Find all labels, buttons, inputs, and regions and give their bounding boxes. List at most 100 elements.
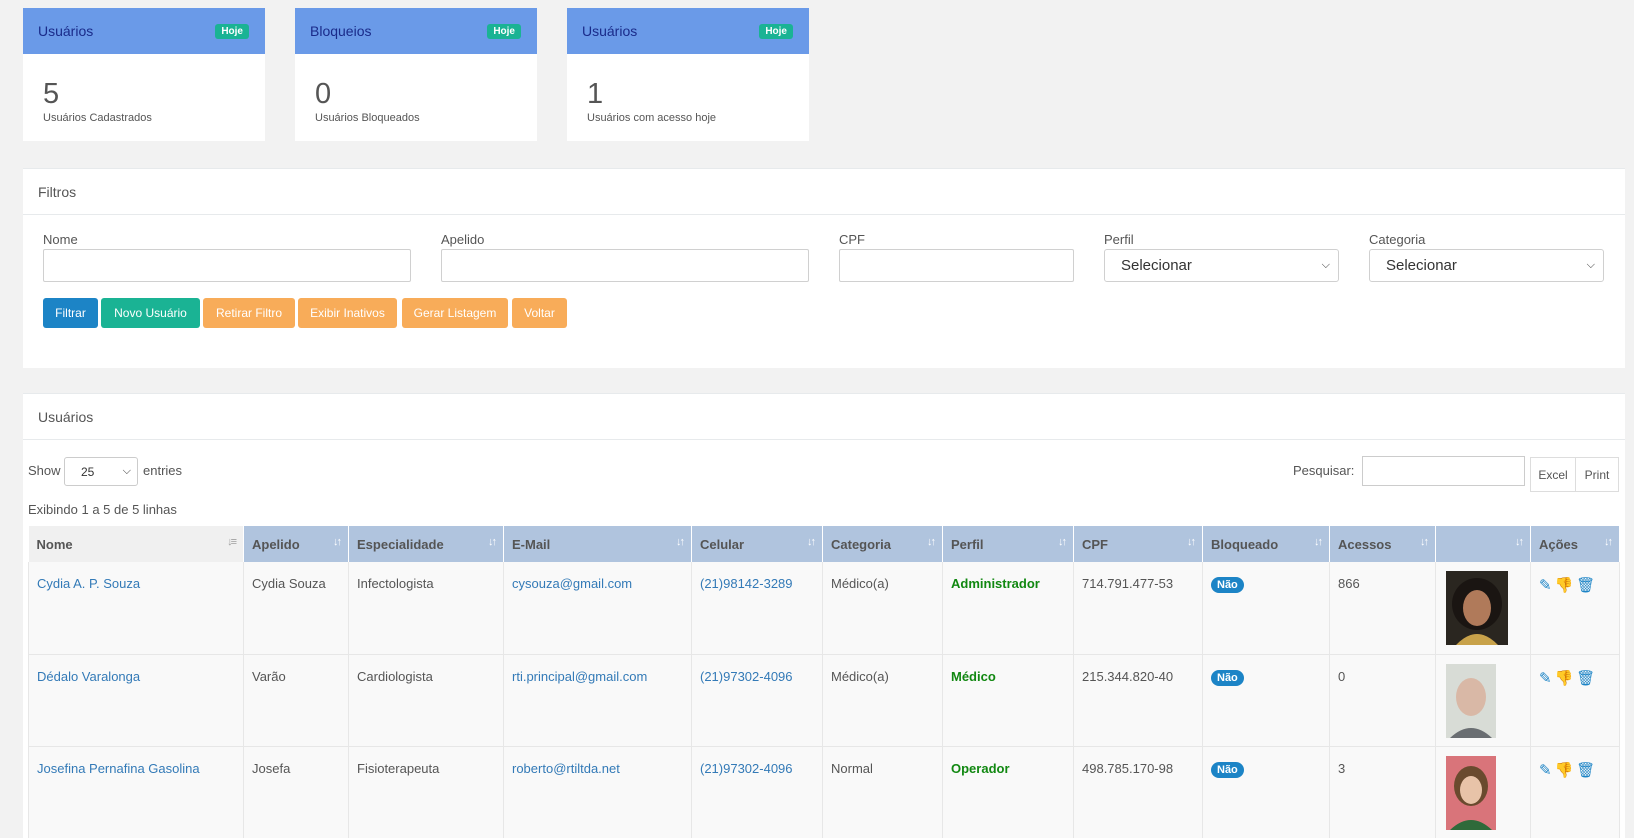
col-celular[interactable]: Celular ↓↑: [691, 526, 823, 562]
cpf-label: CPF: [839, 232, 865, 247]
email-link[interactable]: rti.principal@gmail.com: [512, 669, 647, 684]
col-cpf[interactable]: CPF ↓↑: [1073, 526, 1203, 562]
cell-email[interactable]: cysouza@gmail.com: [503, 562, 692, 655]
card-subtitle: Usuários Bloqueados: [315, 112, 420, 124]
cell-email[interactable]: roberto@rtiltda.net: [503, 746, 692, 838]
cell-acessos: 3: [1329, 746, 1436, 838]
search-input[interactable]: [1362, 456, 1525, 486]
cell-apelido: Varão: [243, 654, 349, 747]
cpf-input[interactable]: [839, 249, 1074, 282]
summary-card-usuarios: Usuários Hoje 5 Usuários Cadastrados: [23, 8, 265, 141]
exibir-inativos-button[interactable]: Exibir Inativos: [298, 298, 397, 328]
phone-link[interactable]: (21)97302-4096: [700, 761, 793, 776]
apelido-input[interactable]: [441, 249, 809, 282]
print-button[interactable]: Print: [1575, 457, 1619, 492]
col-perfil[interactable]: Perfil ↓↑: [942, 526, 1074, 562]
col-foto[interactable]: ↓↑: [1435, 526, 1531, 562]
edit-icon[interactable]: ✎: [1539, 669, 1552, 687]
card-header: Usuários Hoje: [567, 8, 809, 54]
cell-celular[interactable]: (21)97302-4096: [691, 654, 823, 747]
page-length-value: 25: [81, 464, 95, 479]
perfil-value: Operador: [951, 760, 1010, 776]
categoria-select[interactable]: Selecionar ⌵: [1369, 249, 1604, 282]
trash-icon[interactable]: 🗑: [1576, 669, 1595, 687]
perfil-select[interactable]: Selecionar ⌵: [1104, 249, 1339, 282]
edit-icon[interactable]: ✎: [1539, 761, 1552, 779]
cell-acessos: 866: [1329, 562, 1436, 655]
edit-icon[interactable]: ✎: [1539, 576, 1552, 594]
novo-usuario-button[interactable]: Novo Usuário: [101, 298, 200, 328]
email-link[interactable]: cysouza@gmail.com: [512, 576, 632, 591]
nome-input[interactable]: [43, 249, 411, 282]
col-categoria[interactable]: Categoria ↓↑: [822, 526, 943, 562]
perfil-label: Perfil: [1104, 232, 1134, 247]
nome-label: Nome: [43, 232, 78, 247]
voltar-button[interactable]: Voltar: [512, 298, 567, 328]
cell-nome[interactable]: Cydia A. P. Souza: [28, 562, 244, 655]
user-photo: [1446, 571, 1508, 645]
cell-categoria: Médico(a): [822, 562, 943, 655]
cell-nome[interactable]: Dédalo Varalonga: [28, 654, 244, 747]
cell-especialidade: Fisioterapeuta: [348, 746, 504, 838]
bloqueado-badge: Não: [1211, 761, 1244, 778]
chevron-down-icon: ⌵: [122, 465, 131, 477]
cell-perfil: Médico: [942, 654, 1074, 747]
cell-acessos: 0: [1329, 654, 1436, 747]
cell-foto: [1435, 746, 1531, 838]
cell-bloqueado: Não: [1202, 562, 1330, 655]
thumbs-down-icon[interactable]: 👎: [1555, 576, 1574, 594]
thumbs-down-icon[interactable]: 👎: [1555, 669, 1574, 687]
cell-nome[interactable]: Josefina Pernafina Gasolina: [28, 746, 244, 838]
excel-button[interactable]: Excel: [1530, 457, 1576, 492]
cell-perfil: Operador: [942, 746, 1074, 838]
cell-categoria: Médico(a): [822, 654, 943, 747]
cell-especialidade: Cardiologista: [348, 654, 504, 747]
cell-email[interactable]: rti.principal@gmail.com: [503, 654, 692, 747]
sort-icon: ↓↑: [927, 536, 936, 548]
entries-label: entries: [143, 463, 183, 478]
email-link[interactable]: roberto@rtiltda.net: [512, 761, 620, 776]
apelido-label: Apelido: [441, 232, 485, 247]
card-value: 1: [587, 78, 604, 110]
sort-icon: ↓↑: [1058, 536, 1067, 548]
user-name-link[interactable]: Josefina Pernafina Gasolina: [37, 761, 200, 776]
user-photo: [1446, 755, 1496, 830]
filtrar-button[interactable]: Filtrar: [43, 298, 98, 328]
cell-celular[interactable]: (21)98142-3289: [691, 562, 823, 655]
retirar-filtro-button[interactable]: Retirar Filtro: [203, 298, 295, 328]
perfil-value: Médico: [951, 668, 996, 684]
users-panel-title: Usuários: [23, 394, 1625, 440]
gerar-listagem-button[interactable]: Gerar Listagem: [402, 298, 508, 328]
cell-celular[interactable]: (21)97302-4096: [691, 746, 823, 838]
bloqueado-badge: Não: [1211, 669, 1244, 686]
cell-especialidade: Infectologista: [348, 562, 504, 655]
col-acoes[interactable]: Ações ↓↑: [1530, 526, 1620, 562]
user-name-link[interactable]: Dédalo Varalonga: [37, 669, 140, 684]
cell-cpf: 498.785.170-98: [1073, 746, 1203, 838]
categoria-select-value: Selecionar: [1386, 257, 1457, 274]
phone-link[interactable]: (21)97302-4096: [700, 669, 793, 684]
perfil-select-value: Selecionar: [1121, 257, 1192, 274]
col-nome[interactable]: Nome ↓≡: [28, 526, 244, 562]
user-name-link[interactable]: Cydia A. P. Souza: [37, 576, 140, 591]
col-acessos[interactable]: Acessos ↓↑: [1329, 526, 1436, 562]
card-value: 0: [315, 78, 332, 110]
sort-icon: ↓↑: [807, 536, 816, 548]
sort-icon: ↓↑: [1604, 536, 1613, 548]
cell-apelido: Josefa: [243, 746, 349, 838]
phone-link[interactable]: (21)98142-3289: [700, 576, 793, 591]
col-bloqueado[interactable]: Bloqueado ↓↑: [1202, 526, 1330, 562]
col-email[interactable]: E-Mail ↓↑: [503, 526, 692, 562]
col-apelido[interactable]: Apelido ↓↑: [243, 526, 349, 562]
thumbs-down-icon[interactable]: 👎: [1555, 761, 1574, 779]
categoria-label: Categoria: [1369, 232, 1426, 247]
trash-icon[interactable]: 🗑: [1576, 761, 1595, 779]
sort-asc-icon: ↓≡: [227, 536, 237, 548]
page-length-select[interactable]: 25 ⌵: [64, 457, 138, 486]
hoje-badge: Hoje: [487, 23, 521, 39]
chevron-down-icon: ⌵: [1321, 259, 1330, 271]
card-title: Usuários: [582, 23, 638, 39]
sort-icon: ↓↑: [676, 536, 685, 548]
col-especialidade[interactable]: Especialidade ↓↑: [348, 526, 504, 562]
trash-icon[interactable]: 🗑: [1576, 576, 1595, 594]
